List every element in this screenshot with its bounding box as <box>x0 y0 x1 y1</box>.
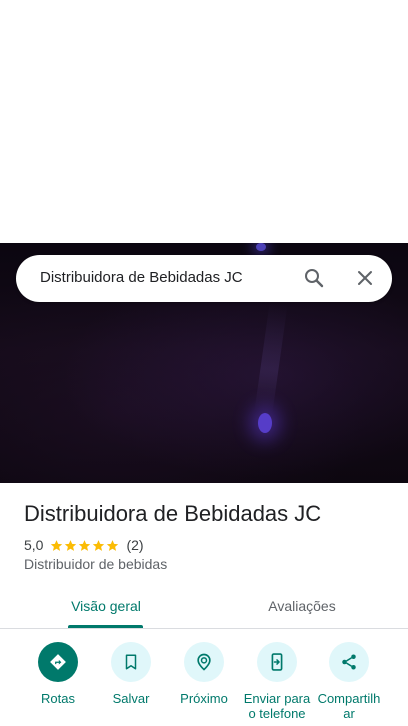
share-icon <box>329 642 369 682</box>
share-button[interactable]: Compartilhar <box>311 642 387 721</box>
directions-button[interactable]: Rotas <box>20 642 96 706</box>
nearby-button[interactable]: Próximo <box>166 642 242 706</box>
search-bar[interactable]: Distribuidora de Bebidadas JC <box>16 255 392 302</box>
search-icon[interactable] <box>302 266 326 290</box>
send-to-phone-button[interactable]: Enviar para o telefone <box>239 642 315 721</box>
search-query-text[interactable]: Distribuidora de Bebidadas JC <box>40 269 243 286</box>
place-category: Distribuidor de bebidas <box>24 556 168 572</box>
save-label: Salvar <box>112 691 150 706</box>
directions-icon <box>38 642 78 682</box>
rating-row[interactable]: 5,0 (2) <box>24 536 144 554</box>
nearby-icon <box>184 642 224 682</box>
rating-stars <box>50 539 120 552</box>
light-streak <box>254 302 288 414</box>
close-icon[interactable] <box>353 266 377 290</box>
save-button[interactable]: Salvar <box>93 642 169 706</box>
rating-value: 5,0 <box>24 537 44 553</box>
blank-map-area <box>0 0 408 243</box>
send-to-phone-icon <box>257 642 297 682</box>
star-icon <box>107 539 119 551</box>
nearby-label: Próximo <box>180 691 228 706</box>
star-icon <box>79 539 91 551</box>
tab-bar: Visão geral Avaliações <box>0 584 408 629</box>
star-icon <box>65 539 77 551</box>
share-label: Compartilhar <box>317 691 381 721</box>
send-to-phone-label: Enviar para o telefone <box>243 691 311 721</box>
light-spot <box>256 243 266 251</box>
light-spot <box>258 413 272 433</box>
review-count[interactable]: (2) <box>126 537 143 553</box>
tab-reviews[interactable]: Avaliações <box>256 584 348 628</box>
star-icon <box>51 539 63 551</box>
directions-label: Rotas <box>41 691 75 706</box>
place-title: Distribuidora de Bebidadas JC <box>24 501 322 526</box>
action-bar: Rotas Salvar Próximo Enviar para o telef… <box>0 640 408 726</box>
bookmark-icon <box>111 642 151 682</box>
star-icon <box>93 539 105 551</box>
active-tab-indicator <box>68 625 143 628</box>
tab-overview[interactable]: Visão geral <box>60 584 152 628</box>
